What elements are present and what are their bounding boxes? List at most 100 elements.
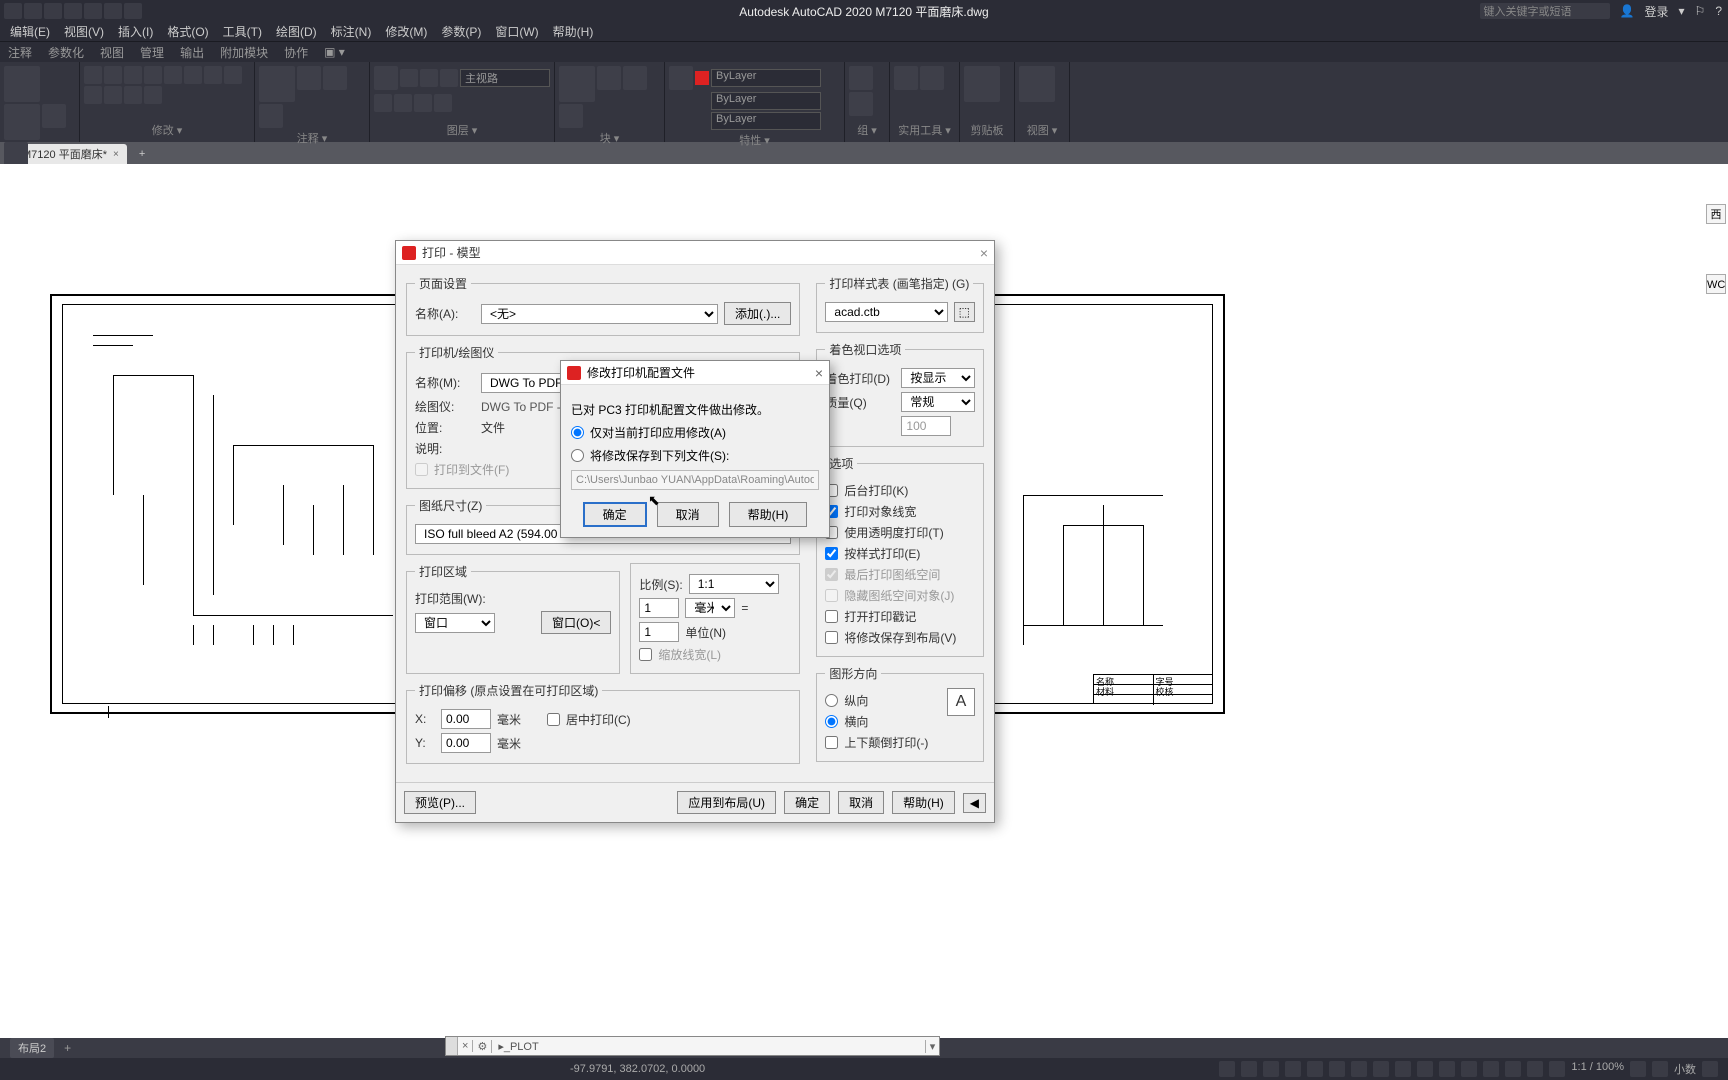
preview-button[interactable]: 预览(P)... — [404, 791, 476, 814]
layer-dropdown[interactable]: 主视路 — [460, 69, 550, 87]
scale-icon[interactable] — [84, 86, 102, 104]
cmdline-history-icon[interactable]: ⚙ — [473, 1040, 492, 1053]
apply-current-radio[interactable] — [571, 426, 584, 439]
share-icon[interactable]: ⚐ — [1695, 4, 1706, 18]
osnap-icon[interactable] — [1329, 1061, 1345, 1077]
gizmo-icon[interactable] — [1505, 1061, 1521, 1077]
login-link[interactable]: 登录 — [1645, 3, 1669, 20]
expand-dialog-button[interactable]: ◀ — [963, 793, 986, 813]
linetype-dropdown[interactable]: ByLayer — [711, 112, 821, 130]
trim-icon[interactable] — [124, 66, 142, 84]
plot-what-select[interactable]: 窗口 — [415, 613, 495, 633]
apply-layout-button[interactable]: 应用到布局(U) — [677, 791, 776, 814]
match-icon[interactable] — [669, 66, 693, 90]
menu-insert[interactable]: 插入(I) — [118, 23, 153, 40]
layer-freeze-icon[interactable] — [420, 69, 438, 87]
group-icon[interactable] — [849, 66, 873, 90]
scale-select[interactable]: 1:1 — [689, 574, 779, 594]
tab-annotate[interactable]: 注释 — [8, 44, 32, 61]
units-readout[interactable]: 小数 — [1674, 1061, 1696, 1077]
otrack-icon[interactable] — [1351, 1061, 1367, 1077]
fillet-icon[interactable] — [184, 66, 202, 84]
qat-save-icon[interactable] — [44, 3, 62, 19]
plot-style-select[interactable]: acad.ctb — [825, 302, 947, 322]
scale-num2-input[interactable] — [639, 622, 679, 642]
layer-match-icon[interactable] — [414, 94, 432, 112]
qat-plot-icon[interactable] — [84, 3, 102, 19]
color-dropdown[interactable]: ByLayer — [711, 69, 821, 87]
snap-icon[interactable] — [1263, 1061, 1279, 1077]
lineweight-dropdown[interactable]: ByLayer — [711, 92, 821, 110]
model-icon[interactable] — [1219, 1061, 1235, 1077]
dropdown-icon[interactable]: ▾ — [1679, 4, 1685, 18]
layer-prev-icon[interactable] — [434, 94, 452, 112]
shade-plot-select[interactable]: 按显示 — [901, 368, 975, 388]
orient-upside-checkbox[interactable] — [825, 736, 838, 749]
isolate-icon[interactable] — [1652, 1061, 1668, 1077]
viewcube-nav[interactable]: 西 — [1706, 204, 1726, 224]
leader-icon[interactable] — [323, 66, 347, 90]
qat-open-icon[interactable] — [24, 3, 42, 19]
qat-redo-icon[interactable] — [124, 3, 142, 19]
command-line[interactable]: × ⚙ ▸_PLOT ▾ — [445, 1036, 940, 1056]
color-swatch-icon[interactable] — [695, 71, 709, 85]
polar-icon[interactable] — [1307, 1061, 1323, 1077]
layerprops-icon[interactable] — [374, 66, 398, 90]
scale-readout[interactable]: 1:1 / 100% — [1571, 1061, 1624, 1077]
table-icon[interactable] — [259, 104, 283, 128]
select-icon[interactable] — [920, 66, 944, 90]
plot-style-edit-button[interactable]: ⬚ — [954, 302, 975, 322]
drag-handle-icon[interactable] — [446, 1037, 458, 1055]
customize-icon[interactable] — [1702, 1061, 1718, 1077]
lineweight-toggle-icon[interactable] — [1373, 1061, 1389, 1077]
menu-param[interactable]: 参数(P) — [441, 23, 481, 40]
menu-tools[interactable]: 工具(T) — [223, 23, 262, 40]
close-icon[interactable]: × — [980, 245, 988, 261]
orient-landscape-radio[interactable] — [825, 715, 838, 728]
dyn-ucs-icon[interactable] — [1461, 1061, 1477, 1077]
search-input[interactable]: 键入关键字或短语 — [1480, 3, 1610, 19]
selection-cycling-icon[interactable] — [1417, 1061, 1433, 1077]
page-setup-select[interactable]: <无> — [481, 304, 718, 324]
opt-stamp-checkbox[interactable] — [825, 610, 838, 623]
stretch-icon[interactable] — [224, 66, 242, 84]
new-layout-button[interactable]: + — [64, 1041, 71, 1055]
menu-format[interactable]: 格式(O) — [167, 23, 208, 40]
menu-help[interactable]: 帮助(H) — [553, 23, 594, 40]
ungroup-icon[interactable] — [849, 92, 873, 116]
menu-edit[interactable]: 编辑(E) — [10, 23, 50, 40]
arc-icon[interactable] — [4, 142, 28, 166]
new-tab-button[interactable]: + — [131, 144, 153, 164]
selection-filter-icon[interactable] — [1483, 1061, 1499, 1077]
quality-select[interactable]: 常规 — [901, 392, 975, 412]
scale-unit1-select[interactable]: 毫米 — [685, 598, 735, 618]
plot-help-button[interactable]: 帮助(H) — [892, 791, 955, 814]
opt-save-layout-checkbox[interactable] — [825, 631, 838, 644]
scale-num1-input[interactable] — [639, 598, 679, 618]
paste-icon[interactable] — [964, 66, 1000, 102]
cmdline-close-icon[interactable]: × — [458, 1040, 473, 1052]
save-to-file-radio[interactable] — [571, 449, 584, 462]
offset-x-input[interactable] — [441, 709, 491, 729]
tab-overflow-icon[interactable]: ▣ ▾ — [324, 45, 345, 59]
edit-icon[interactable] — [623, 66, 647, 90]
config-ok-button[interactable]: 确定 — [583, 502, 647, 527]
insert-icon[interactable] — [559, 66, 595, 102]
config-cancel-button[interactable]: 取消 — [657, 502, 719, 527]
attr-icon[interactable] — [559, 104, 583, 128]
menu-draw[interactable]: 绘图(D) — [276, 23, 317, 40]
menu-view[interactable]: 视图(V) — [64, 23, 104, 40]
qat-undo-icon[interactable] — [104, 3, 122, 19]
tab-addins[interactable]: 附加模块 — [220, 44, 268, 61]
grid-icon[interactable] — [1241, 1061, 1257, 1077]
copy-icon[interactable] — [204, 66, 222, 84]
layout-tab[interactable]: 布局2 — [10, 1038, 54, 1058]
opt-styles-checkbox[interactable] — [825, 547, 838, 560]
menu-dim[interactable]: 标注(N) — [331, 23, 372, 40]
center-plot-checkbox[interactable] — [547, 713, 560, 726]
3dosnap-icon[interactable] — [1439, 1061, 1455, 1077]
array-icon[interactable] — [104, 86, 122, 104]
text-icon[interactable] — [259, 66, 295, 102]
close-tab-icon[interactable]: × — [113, 149, 119, 160]
layer-iso-icon[interactable] — [374, 94, 392, 112]
